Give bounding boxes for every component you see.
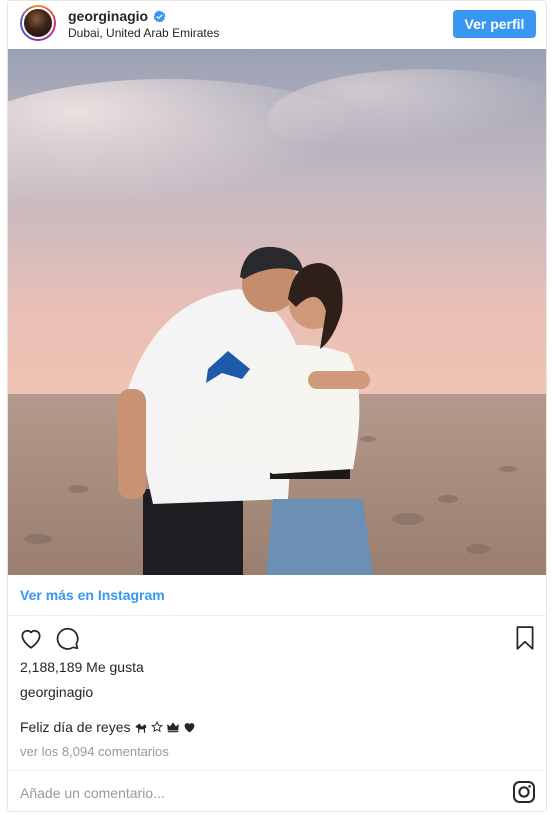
location-link[interactable]: Dubai, United Arab Emirates xyxy=(68,26,219,40)
caption: Feliz día de reyes xyxy=(20,719,196,735)
caption-username[interactable]: georginagio xyxy=(20,684,93,700)
heart-icon xyxy=(184,722,194,732)
divider xyxy=(8,770,546,771)
crown-icon xyxy=(166,722,179,733)
avatar-image xyxy=(22,7,54,39)
couple-desert-sunset-image xyxy=(8,49,546,575)
view-profile-button[interactable]: Ver perfil xyxy=(453,10,536,38)
avatar[interactable] xyxy=(20,5,56,41)
instagram-embed-card: georginagio Dubai, United Arab Emirates … xyxy=(7,0,547,812)
caption-text: Feliz día de reyes xyxy=(20,719,131,735)
post-photo[interactable] xyxy=(8,49,546,575)
camel-icon xyxy=(135,723,146,733)
star-icon xyxy=(150,721,163,733)
divider xyxy=(8,615,546,616)
instagram-logo-icon[interactable] xyxy=(512,780,536,804)
view-comments-link[interactable]: ver los 8,094 comentarios xyxy=(20,744,169,759)
speech-bubble-icon[interactable] xyxy=(54,625,80,651)
post-header: georginagio Dubai, United Arab Emirates … xyxy=(8,1,546,49)
verified-badge-icon xyxy=(153,10,166,22)
heart-outline-icon[interactable] xyxy=(18,625,44,651)
username-row: georginagio xyxy=(68,8,166,24)
bookmark-icon[interactable] xyxy=(512,625,538,651)
likes-count: 2,188,189 Me gusta xyxy=(20,659,144,675)
view-on-instagram-link[interactable]: Ver más en Instagram xyxy=(20,587,165,603)
post-actions xyxy=(18,625,538,653)
username-link[interactable]: georginagio xyxy=(68,8,148,24)
add-comment-input[interactable]: Añade un comentario... xyxy=(20,785,165,801)
